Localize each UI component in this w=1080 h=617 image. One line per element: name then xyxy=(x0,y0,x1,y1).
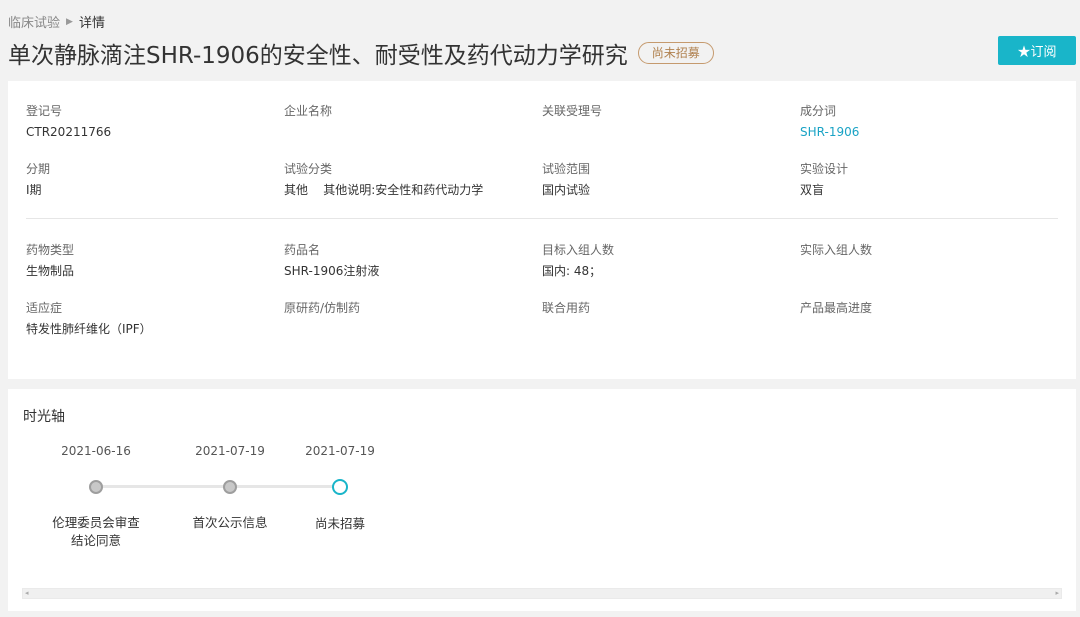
field-value: I期 xyxy=(26,183,42,197)
breadcrumb: 临床试验 ▶ 详情 xyxy=(8,12,105,31)
field-label: 药物类型 xyxy=(26,243,75,257)
field-label: 实验设计 xyxy=(800,162,849,176)
field-label: 企业名称 xyxy=(284,104,333,118)
timeline-card: 时光轴 2021-06-16 伦理委员会审查 结论同意 2021-07-19 首… xyxy=(8,389,1076,611)
section-divider xyxy=(26,218,1058,219)
breadcrumb-current: 详情 xyxy=(78,16,105,31)
field-scope: 试验范围 国内试验 xyxy=(542,161,782,198)
field-label: 分期 xyxy=(26,162,51,176)
field-category: 试验分类 其他 其他说明:安全性和药代动力学 xyxy=(284,161,524,198)
field-phase: 分期 I期 xyxy=(26,161,266,198)
field-value: CTR20211766 xyxy=(26,125,112,139)
field-value: 其他 其他说明:安全性和药代动力学 xyxy=(284,183,484,197)
field-ingredient: 成分词 SHR-1906 xyxy=(800,103,1040,140)
timeline-date: 2021-07-19 xyxy=(305,444,375,458)
field-label: 药品名 xyxy=(284,243,321,257)
field-label: 目标入组人数 xyxy=(542,243,615,257)
scroll-right-arrow-icon[interactable]: ▸ xyxy=(1055,589,1059,598)
horizontal-scrollbar[interactable]: ◂ ▸ xyxy=(22,588,1062,599)
field-value: 双盲 xyxy=(800,183,825,197)
field-design: 实验设计 双盲 xyxy=(800,161,1040,198)
ingredient-link[interactable]: SHR-1906 xyxy=(800,124,1040,140)
field-value: 特发性肺纤维化（IPF） xyxy=(26,322,152,336)
subscribe-button[interactable]: ★订阅 xyxy=(998,36,1076,65)
timeline-event-text: 首次公示信息 xyxy=(192,515,268,530)
field-original: 原研药/仿制药 xyxy=(284,300,524,321)
timeline-dot-current xyxy=(332,479,348,495)
status-badge: 尚未招募 xyxy=(637,42,714,64)
field-drug-type: 药物类型 生物制品 xyxy=(26,242,266,279)
field-combination: 联合用药 xyxy=(542,300,782,321)
field-label: 成分词 xyxy=(800,104,837,118)
field-label: 原研药/仿制药 xyxy=(284,301,361,315)
field-label: 登记号 xyxy=(26,104,63,118)
timeline-dot-completed xyxy=(223,480,237,494)
trial-info-card: 登记号 CTR20211766 企业名称 关联受理号 成分词 SHR-1906 … xyxy=(8,81,1076,379)
field-label: 关联受理号 xyxy=(542,104,603,118)
page-title-text: 单次静脉滴注SHR-1906的安全性、耐受性及药代动力学研究 xyxy=(8,43,628,69)
field-label: 试验分类 xyxy=(284,162,333,176)
timeline-event: 2021-07-19 首次公示信息 xyxy=(175,444,285,532)
field-reg-no: 登记号 CTR20211766 xyxy=(26,103,266,140)
breadcrumb-separator: ▶ xyxy=(66,16,73,27)
field-actual-enroll: 实际入组人数 xyxy=(800,242,1040,263)
field-label: 实际入组人数 xyxy=(800,243,873,257)
breadcrumb-parent[interactable]: 临床试验 xyxy=(8,12,60,31)
field-indication: 适应症 特发性肺纤维化（IPF） xyxy=(26,300,266,337)
field-label: 试验范围 xyxy=(542,162,591,176)
timeline-event-text: 伦理委员会审查 结论同意 xyxy=(52,515,140,548)
timeline-title: 时光轴 xyxy=(23,409,65,425)
field-value: 国内试验 xyxy=(542,183,591,197)
field-company: 企业名称 xyxy=(284,103,524,124)
page-title: 单次静脉滴注SHR-1906的安全性、耐受性及药代动力学研究 尚未招募 xyxy=(8,36,714,70)
field-label: 产品最高进度 xyxy=(800,301,873,315)
field-target-enroll: 目标入组人数 国内: 48； xyxy=(542,242,782,279)
timeline-event: 2021-06-16 伦理委员会审查 结论同意 xyxy=(41,444,151,550)
field-label: 适应症 xyxy=(26,301,63,315)
field-max-progress: 产品最高进度 xyxy=(800,300,1040,321)
timeline-date: 2021-07-19 xyxy=(195,444,265,458)
field-value: SHR-1906注射液 xyxy=(284,264,380,278)
field-value: 生物制品 xyxy=(26,264,75,278)
timeline-date: 2021-06-16 xyxy=(61,444,131,458)
scroll-left-arrow-icon[interactable]: ◂ xyxy=(25,589,29,598)
field-value: 国内: 48； xyxy=(542,264,602,278)
timeline-dot-completed xyxy=(89,480,103,494)
field-drug-name: 药品名 SHR-1906注射液 xyxy=(284,242,524,279)
timeline-event-text: 尚未招募 xyxy=(314,516,365,531)
field-related-no: 关联受理号 xyxy=(542,103,782,124)
field-label: 联合用药 xyxy=(542,301,591,315)
timeline-event: 2021-07-19 尚未招募 xyxy=(285,444,395,533)
